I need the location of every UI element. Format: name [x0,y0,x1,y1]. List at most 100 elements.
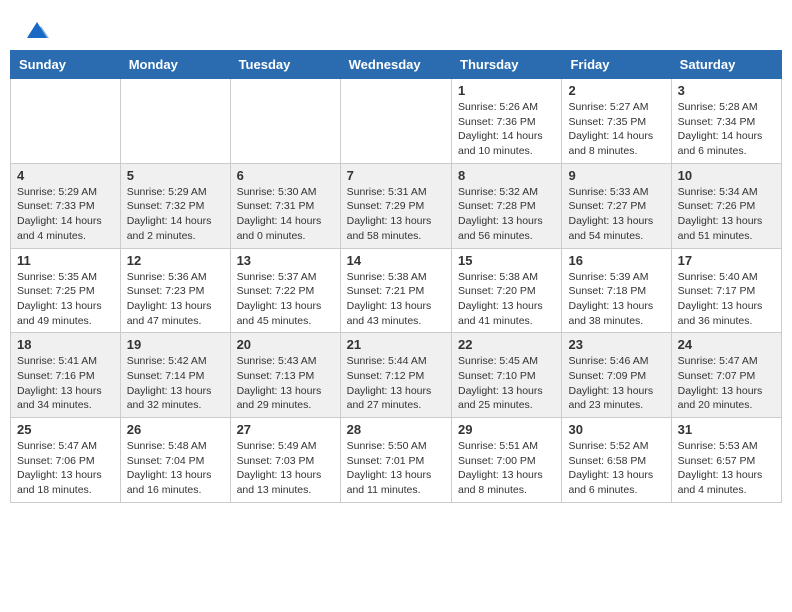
calendar-cell: 7Sunrise: 5:31 AMSunset: 7:29 PMDaylight… [340,163,451,248]
day-info: Sunrise: 5:28 AMSunset: 7:34 PMDaylight:… [678,100,775,159]
day-number: 19 [127,337,224,352]
day-number: 18 [17,337,114,352]
day-number: 6 [237,168,334,183]
day-number: 21 [347,337,445,352]
calendar-week-row: 1 Sunrise: 5:26 AMSunset: 7:36 PMDaylight… [11,79,782,164]
day-info: Sunrise: 5:36 AMSunset: 7:23 PMDaylight:… [127,270,224,329]
day-number: 4 [17,168,114,183]
logo-icon [23,16,51,44]
day-number: 24 [678,337,775,352]
calendar-cell: 25Sunrise: 5:47 AMSunset: 7:06 PMDayligh… [11,418,121,503]
day-number: 3 [678,83,775,98]
calendar-cell: 8 Sunrise: 5:32 AMSunset: 7:28 PMDaylight… [452,163,562,248]
calendar-cell [11,79,121,164]
day-info: Sunrise: 5:39 AMSunset: 7:18 PMDaylight:… [568,270,664,329]
day-info: Sunrise: 5:38 AMSunset: 7:20 PMDaylight:… [458,270,555,329]
day-info: Sunrise: 5:29 AMSunset: 7:33 PMDaylight:… [17,185,114,244]
calendar-cell: 30 Sunrise: 5:52 AMSunset: 6:58 PMDayligh… [562,418,671,503]
day-info: Sunrise: 5:42 AMSunset: 7:14 PMDaylight:… [127,354,224,413]
day-info: Sunrise: 5:48 AMSunset: 7:04 PMDaylight:… [127,439,224,498]
calendar-cell: 4 Sunrise: 5:29 AMSunset: 7:33 PMDaylight… [11,163,121,248]
day-info: Sunrise: 5:44 AMSunset: 7:12 PMDaylight:… [347,354,445,413]
day-info: Sunrise: 5:35 AMSunset: 7:25 PMDaylight:… [17,270,114,329]
header-saturday: Saturday [671,51,781,79]
calendar-cell: 23Sunrise: 5:46 AMSunset: 7:09 PMDayligh… [562,333,671,418]
day-number: 12 [127,253,224,268]
calendar-cell: 10Sunrise: 5:34 AMSunset: 7:26 PMDayligh… [671,163,781,248]
calendar-cell: 15 Sunrise: 5:38 AMSunset: 7:20 PMDayligh… [452,248,562,333]
day-info: Sunrise: 5:53 AMSunset: 6:57 PMDaylight:… [678,439,775,498]
day-info: Sunrise: 5:52 AMSunset: 6:58 PMDaylight:… [568,439,664,498]
day-number: 20 [237,337,334,352]
day-number: 8 [458,168,555,183]
calendar-cell [120,79,230,164]
header-tuesday: Tuesday [230,51,340,79]
day-number: 28 [347,422,445,437]
day-info: Sunrise: 5:49 AMSunset: 7:03 PMDaylight:… [237,439,334,498]
logo [20,20,51,40]
calendar-cell [340,79,451,164]
day-number: 16 [568,253,664,268]
day-info: Sunrise: 5:47 AMSunset: 7:07 PMDaylight:… [678,354,775,413]
day-info: Sunrise: 5:45 AMSunset: 7:10 PMDaylight:… [458,354,555,413]
day-number: 5 [127,168,224,183]
day-info: Sunrise: 5:27 AMSunset: 7:35 PMDaylight:… [568,100,664,159]
day-info: Sunrise: 5:40 AMSunset: 7:17 PMDaylight:… [678,270,775,329]
day-info: Sunrise: 5:41 AMSunset: 7:16 PMDaylight:… [17,354,114,413]
calendar-cell: 21 Sunrise: 5:44 AMSunset: 7:12 PMDayligh… [340,333,451,418]
calendar-week-row: 25Sunrise: 5:47 AMSunset: 7:06 PMDayligh… [11,418,782,503]
calendar-cell: 31 Sunrise: 5:53 AMSunset: 6:57 PMDayligh… [671,418,781,503]
calendar-cell: 5Sunrise: 5:29 AMSunset: 7:32 PMDaylight… [120,163,230,248]
header-friday: Friday [562,51,671,79]
calendar-cell: 9 Sunrise: 5:33 AMSunset: 7:27 PMDaylight… [562,163,671,248]
calendar-cell: 27 Sunrise: 5:49 AMSunset: 7:03 PMDayligh… [230,418,340,503]
calendar-cell: 17 Sunrise: 5:40 AMSunset: 7:17 PMDayligh… [671,248,781,333]
header-monday: Monday [120,51,230,79]
day-info: Sunrise: 5:34 AMSunset: 7:26 PMDaylight:… [678,185,775,244]
calendar-cell: 22 Sunrise: 5:45 AMSunset: 7:10 PMDayligh… [452,333,562,418]
calendar-header-row: SundayMondayTuesdayWednesdayThursdayFrid… [11,51,782,79]
calendar-week-row: 11Sunrise: 5:35 AMSunset: 7:25 PMDayligh… [11,248,782,333]
day-number: 17 [678,253,775,268]
day-info: Sunrise: 5:30 AMSunset: 7:31 PMDaylight:… [237,185,334,244]
calendar-cell: 18 Sunrise: 5:41 AMSunset: 7:16 PMDayligh… [11,333,121,418]
day-number: 27 [237,422,334,437]
day-info: Sunrise: 5:26 AMSunset: 7:36 PMDaylight:… [458,100,555,159]
calendar-week-row: 18 Sunrise: 5:41 AMSunset: 7:16 PMDayligh… [11,333,782,418]
day-number: 26 [127,422,224,437]
day-info: Sunrise: 5:37 AMSunset: 7:22 PMDaylight:… [237,270,334,329]
header-thursday: Thursday [452,51,562,79]
calendar-cell: 1 Sunrise: 5:26 AMSunset: 7:36 PMDaylight… [452,79,562,164]
day-number: 9 [568,168,664,183]
calendar-cell: 19 Sunrise: 5:42 AMSunset: 7:14 PMDayligh… [120,333,230,418]
day-info: Sunrise: 5:33 AMSunset: 7:27 PMDaylight:… [568,185,664,244]
day-number: 22 [458,337,555,352]
calendar-week-row: 4 Sunrise: 5:29 AMSunset: 7:33 PMDaylight… [11,163,782,248]
day-number: 2 [568,83,664,98]
day-info: Sunrise: 5:46 AMSunset: 7:09 PMDaylight:… [568,354,664,413]
calendar-cell: 6 Sunrise: 5:30 AMSunset: 7:31 PMDaylight… [230,163,340,248]
calendar-cell: 13 Sunrise: 5:37 AMSunset: 7:22 PMDayligh… [230,248,340,333]
day-number: 25 [17,422,114,437]
calendar-cell [230,79,340,164]
day-number: 31 [678,422,775,437]
day-number: 30 [568,422,664,437]
day-number: 29 [458,422,555,437]
header-wednesday: Wednesday [340,51,451,79]
day-info: Sunrise: 5:43 AMSunset: 7:13 PMDaylight:… [237,354,334,413]
day-info: Sunrise: 5:32 AMSunset: 7:28 PMDaylight:… [458,185,555,244]
calendar-cell: 29 Sunrise: 5:51 AMSunset: 7:00 PMDayligh… [452,418,562,503]
calendar-cell: 28 Sunrise: 5:50 AMSunset: 7:01 PMDayligh… [340,418,451,503]
calendar-cell: 2 Sunrise: 5:27 AMSunset: 7:35 PMDaylight… [562,79,671,164]
calendar-cell: 12 Sunrise: 5:36 AMSunset: 7:23 PMDayligh… [120,248,230,333]
page-header [10,10,782,45]
calendar-cell: 3 Sunrise: 5:28 AMSunset: 7:34 PMDaylight… [671,79,781,164]
day-info: Sunrise: 5:31 AMSunset: 7:29 PMDaylight:… [347,185,445,244]
calendar-cell: 26 Sunrise: 5:48 AMSunset: 7:04 PMDayligh… [120,418,230,503]
day-info: Sunrise: 5:50 AMSunset: 7:01 PMDaylight:… [347,439,445,498]
day-info: Sunrise: 5:51 AMSunset: 7:00 PMDaylight:… [458,439,555,498]
day-number: 13 [237,253,334,268]
day-number: 15 [458,253,555,268]
calendar-cell: 16 Sunrise: 5:39 AMSunset: 7:18 PMDayligh… [562,248,671,333]
day-number: 1 [458,83,555,98]
